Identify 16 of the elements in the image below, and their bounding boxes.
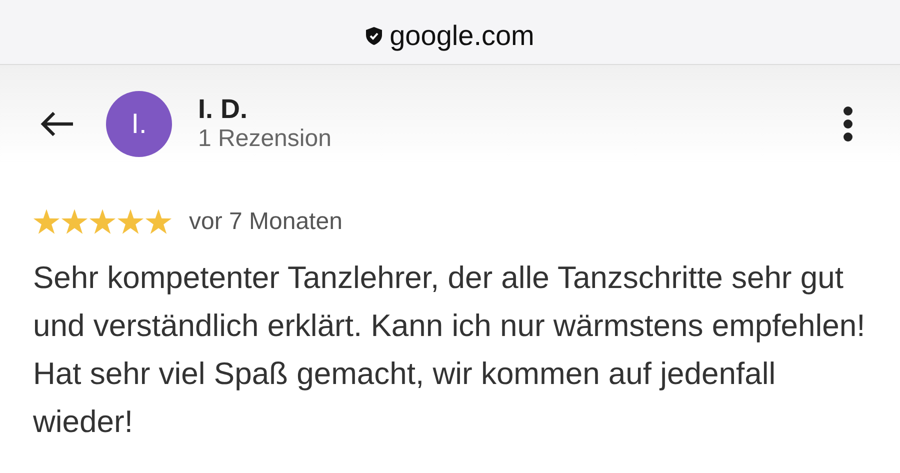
back-arrow-icon <box>39 110 75 138</box>
shield-icon <box>366 27 382 45</box>
star-icon <box>61 209 88 235</box>
url-text: google.com <box>390 19 534 53</box>
review-time: vor 7 Monaten <box>189 207 342 237</box>
star-icon <box>89 209 116 235</box>
more-icon <box>843 106 853 142</box>
more-options-button[interactable] <box>842 104 854 144</box>
star-icon <box>117 209 144 235</box>
avatar: I. <box>106 91 172 157</box>
reviewer-name[interactable]: I. D. <box>198 94 332 124</box>
review-count: 1 Rezension <box>198 124 332 154</box>
star-icon <box>145 209 172 235</box>
review-text: Sehr kompetenter Tanzlehrer, der alle Tanzschritte sehr gut und verständlich erklärt. Kann ich nur wärmstens empfehlen! Hat sehr viel Spaß gemacht, wir kommen auf jedenfall wieder! <box>33 259 866 441</box>
star-icon <box>33 209 60 235</box>
address-bar[interactable]: google.com <box>0 0 900 65</box>
